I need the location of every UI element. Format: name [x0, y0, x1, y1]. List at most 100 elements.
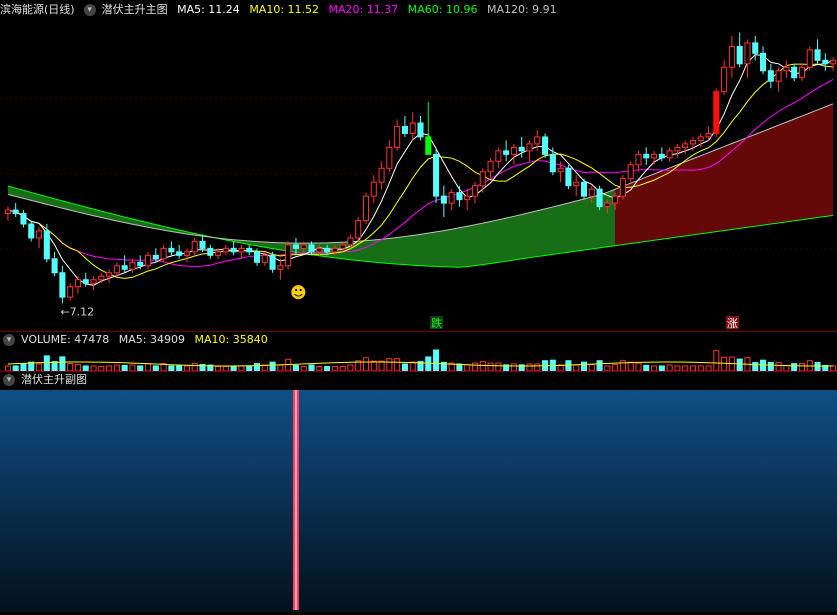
sub-indicator-header: ▾ 潜伏主升副图 [0, 371, 93, 389]
volume-bar [767, 362, 774, 372]
candle-body [401, 125, 408, 134]
volume-bar [36, 363, 43, 372]
sub-indicator-name[interactable]: 潜伏主升副图 [21, 373, 87, 386]
candle-body [635, 153, 642, 166]
candle-body [230, 247, 237, 253]
candle-body [43, 230, 50, 260]
candle-body [760, 52, 767, 72]
volume-ma5: MA5: 34909 [118, 333, 185, 346]
candle-body [814, 49, 821, 61]
candle-body [448, 192, 455, 204]
candle-body [503, 150, 510, 155]
candle-body [59, 272, 66, 298]
candle-body [339, 244, 346, 249]
candle-body [113, 265, 120, 274]
candle-body [549, 153, 556, 173]
candlestick-chart[interactable]: ←7.12 ☻ 跌 涨 [0, 0, 837, 331]
candle-body [643, 153, 650, 159]
candle-body [51, 258, 58, 274]
candle-body [300, 244, 307, 249]
candle-body [666, 150, 673, 159]
volume-value: VOLUME: 47478 [21, 333, 110, 346]
volume-bar [760, 359, 767, 372]
volume-chart[interactable] [0, 349, 837, 372]
candle-body [697, 136, 704, 141]
candle-body [90, 279, 97, 284]
candle-body [215, 251, 222, 256]
candle-body [74, 279, 81, 288]
volume-bar [425, 356, 432, 372]
candle-body [82, 279, 89, 284]
candle-body [308, 244, 315, 253]
candle-body [752, 42, 759, 54]
sub-indicator-chart[interactable] [0, 390, 837, 612]
candle-body [526, 143, 533, 152]
signal-bar-core [294, 390, 297, 610]
volume-bar [285, 358, 292, 372]
candle-body [713, 91, 720, 134]
volume-bar [495, 362, 502, 372]
candle-body [222, 247, 229, 253]
volume-bar [59, 356, 66, 372]
volume-bar [814, 362, 821, 372]
candle-body [168, 247, 175, 253]
candle-body [378, 167, 385, 183]
candle-body [191, 240, 198, 253]
volume-bar [596, 360, 603, 372]
candle-body [627, 164, 634, 180]
volume-bar [510, 363, 517, 372]
candle-body [798, 66, 805, 79]
candle-body [386, 146, 393, 169]
candle-body [705, 132, 712, 138]
candle-body [176, 251, 183, 256]
candle-body [292, 244, 299, 249]
volume-bar [471, 362, 479, 372]
candle-body [806, 49, 813, 68]
volume-bar [752, 362, 759, 372]
candle-body [744, 42, 751, 65]
chevron-down-icon[interactable]: ▾ [3, 374, 15, 386]
candle-body [207, 247, 214, 256]
candle-body [736, 45, 743, 65]
candle-body [588, 188, 595, 197]
candle-body [144, 254, 152, 267]
candle-body [98, 275, 105, 281]
candle-body [495, 150, 502, 162]
smiley-icon: ☻ [290, 283, 307, 302]
chevron-down-icon[interactable]: ▾ [3, 334, 15, 346]
candle-body [487, 160, 494, 173]
volume-bar [479, 361, 486, 372]
candle-body [347, 237, 354, 246]
volume-bar [401, 363, 408, 372]
candle-body [557, 167, 564, 173]
candle-body [152, 254, 159, 260]
volume-bar [775, 362, 782, 372]
candle-body [129, 261, 136, 270]
candle-body [674, 146, 681, 152]
candle-body [471, 185, 479, 197]
volume-bar [253, 363, 261, 372]
volume-bar [736, 358, 743, 372]
candle-body [316, 247, 323, 253]
candle-body [324, 247, 331, 253]
fall-signal: 跌 [431, 316, 442, 330]
candle-body [106, 272, 113, 277]
candle-body [409, 122, 416, 134]
volume-bar [362, 357, 370, 372]
candle-body [775, 70, 782, 82]
candle-body [440, 195, 447, 204]
candle-body [619, 178, 626, 197]
candle-body [199, 240, 206, 249]
candle-body [783, 66, 790, 72]
volume-bar [713, 350, 720, 372]
candle-body [355, 220, 362, 239]
candle-body [160, 247, 167, 260]
candle-body [183, 251, 190, 256]
candle-body [791, 66, 798, 79]
volume-bar [798, 363, 805, 372]
candle-body [12, 209, 19, 215]
candle-body [238, 247, 245, 253]
candle-body [573, 181, 580, 187]
candle-body [510, 146, 517, 155]
candle-body [682, 143, 689, 148]
